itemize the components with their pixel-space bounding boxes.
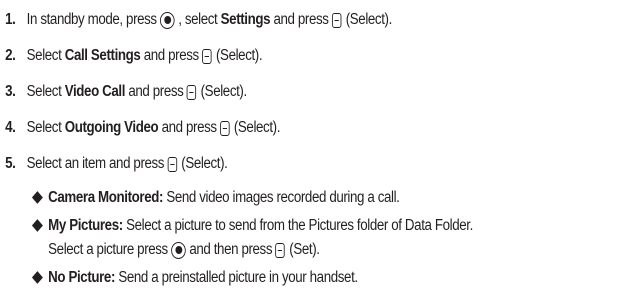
bullet-diamond-icon [31,219,43,232]
step-number: 1. [5,11,16,28]
step-number: 5. [5,155,16,172]
soft-key-icon [331,12,342,28]
step-text: Select Video Call and press (Select). [26,83,248,100]
step-number: 2. [5,47,16,64]
soft-key-icon [186,84,197,100]
step-number: 3. [5,83,16,100]
menu-item-name: Call Settings [64,47,141,64]
option-description: Send a preinstalled picture in your hand… [118,269,358,286]
option-term: Camera Monitored: [48,189,164,206]
step-text: Select Call Settings and press (Select). [26,47,263,64]
navigation-key-icon [171,241,186,259]
step-text: In standby mode, press , select Settings… [26,11,392,29]
soft-key-icon [275,242,286,258]
option-description: Select a picture to send from the Pictur… [126,217,473,234]
option-text: Camera Monitored: Send video images reco… [48,189,400,207]
bullet-diamond-icon [31,191,43,204]
soft-key-icon [167,156,177,172]
soft-key-icon [220,120,230,136]
menu-item-name: Settings [220,11,271,28]
bullet-diamond-icon [31,271,43,284]
soft-key-icon [202,48,212,64]
instruction-list: 1. In standby mode, press , select Setti… [0,0,641,293]
navigation-key-icon [160,11,175,29]
option-text: My Pictures: Select a picture to send fr… [48,217,473,235]
option-text: Select a picture press and then press (S… [48,241,320,259]
option-term: My Pictures: [48,217,123,234]
option-term: No Picture: [48,269,116,286]
step-text: Select Outgoing Video and press (Select)… [26,119,281,136]
menu-item-name: Video Call [64,83,126,100]
step-number: 4. [5,119,16,136]
option-text: No Picture: Send a preinstalled picture … [48,269,358,287]
step-text: Select an item and press (Select). [26,155,228,172]
menu-item-name: Outgoing Video [64,119,159,136]
option-description: Send video images recorded during a call… [166,189,400,206]
